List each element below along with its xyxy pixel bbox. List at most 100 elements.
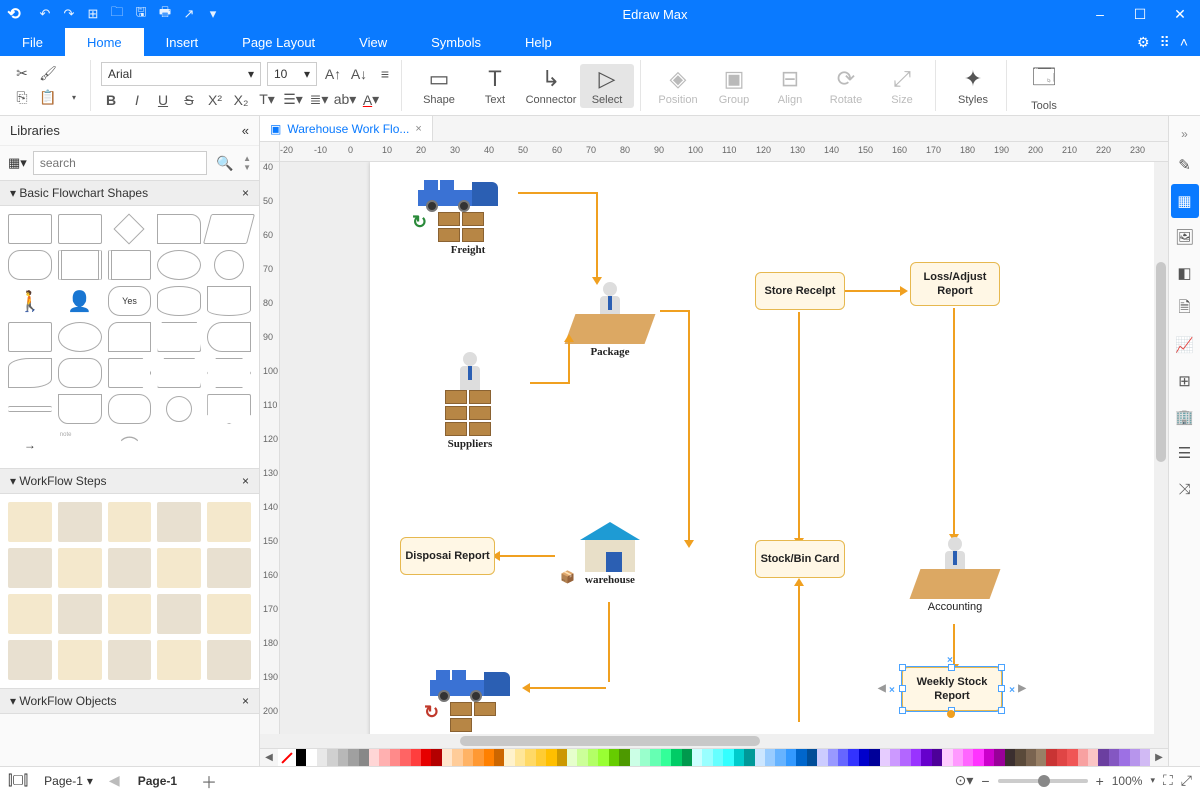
tab-file[interactable]: File	[0, 28, 65, 56]
node-warehouse[interactable]: 📦 warehouse	[560, 522, 660, 586]
tab-insert[interactable]: Insert	[144, 28, 221, 56]
decrease-font-icon[interactable]: A↓	[349, 64, 369, 84]
shape-card[interactable]	[8, 322, 52, 352]
maximize-button[interactable]: ☐	[1120, 0, 1160, 28]
node-disposal-report[interactable]: Disposai Report	[400, 537, 495, 575]
color-swatch[interactable]	[1026, 749, 1036, 766]
shape-display[interactable]	[207, 322, 251, 352]
color-swatch[interactable]	[442, 749, 452, 766]
color-swatch[interactable]	[1088, 749, 1098, 766]
vertical-scrollbar[interactable]	[1154, 162, 1168, 734]
strikethrough-icon[interactable]: S	[179, 90, 199, 110]
fullscreen-icon[interactable]: ⤢	[1181, 772, 1192, 789]
color-swatch[interactable]	[379, 749, 389, 766]
shuffle-icon[interactable]: ⤨	[1171, 472, 1199, 506]
node-weekly-stock-report[interactable]: Weekly Stock Report ×× × ◀ ▶	[902, 667, 1002, 711]
connector-tool[interactable]: ↳Connector	[524, 64, 578, 108]
color-swatch[interactable]	[796, 749, 806, 766]
theme-icon[interactable]: ✎	[1171, 148, 1199, 182]
color-swatch[interactable]	[338, 749, 348, 766]
shape-user[interactable]: 👤	[58, 286, 102, 316]
text-tool[interactable]: TText	[468, 64, 522, 108]
section-workflow-objects[interactable]: ▾ WorkFlow Objects×	[0, 688, 259, 714]
zoom-slider[interactable]	[998, 779, 1088, 783]
play-icon[interactable]: ⊙▾	[955, 772, 974, 789]
color-swatch[interactable]	[1036, 749, 1046, 766]
color-swatch[interactable]	[702, 749, 712, 766]
color-swatch[interactable]	[306, 749, 316, 766]
page-tab[interactable]: Page-1	[130, 774, 185, 788]
shape-wave[interactable]	[207, 286, 251, 316]
tools-tool[interactable]: 🗔Tools	[1017, 58, 1071, 114]
new-icon[interactable]: ⊞	[84, 5, 102, 23]
tab-home[interactable]: Home	[65, 28, 144, 56]
color-swatch[interactable]	[504, 749, 514, 766]
color-swatch[interactable]	[567, 749, 577, 766]
line-spacing-icon[interactable]: ≣▾	[309, 90, 329, 110]
minimize-button[interactable]: –	[1080, 0, 1120, 28]
underline-icon[interactable]: U	[153, 90, 173, 110]
color-swatch[interactable]	[484, 749, 494, 766]
shape-ellipse[interactable]	[157, 250, 201, 280]
page[interactable]: ↻ Freight Package	[370, 162, 1160, 734]
color-swatch[interactable]	[744, 749, 754, 766]
font-family-select[interactable]: Arial▾	[101, 62, 261, 86]
zoom-level[interactable]: 100%	[1112, 774, 1143, 788]
color-swatch[interactable]	[671, 749, 681, 766]
color-swatch[interactable]	[838, 749, 848, 766]
color-swatch[interactable]	[400, 749, 410, 766]
qat-dropdown-icon[interactable]: ▾	[204, 5, 222, 23]
building-icon[interactable]: 🏢	[1171, 400, 1199, 434]
color-swatch[interactable]	[577, 749, 587, 766]
list-icon[interactable]: ☰	[1171, 436, 1199, 470]
color-swatch[interactable]	[932, 749, 942, 766]
color-swatch[interactable]	[431, 749, 441, 766]
step-item[interactable]	[58, 640, 102, 680]
scroll-up-icon[interactable]: ▲	[243, 154, 251, 163]
section-close-icon-2[interactable]: ×	[242, 474, 249, 488]
collapse-ribbon-icon[interactable]: ˄	[1180, 34, 1188, 50]
align-right-icon[interactable]: ≡	[375, 64, 395, 84]
step-item[interactable]	[108, 594, 152, 634]
no-fill-swatch[interactable]	[278, 749, 296, 766]
step-item[interactable]	[108, 548, 152, 588]
shape-offpage[interactable]	[58, 394, 102, 424]
shape-circle2[interactable]	[166, 396, 192, 422]
color-swatch[interactable]	[452, 749, 462, 766]
step-item[interactable]	[157, 548, 201, 588]
tab-view[interactable]: View	[337, 28, 409, 56]
tab-symbols[interactable]: Symbols	[409, 28, 503, 56]
color-swatch[interactable]	[1067, 749, 1077, 766]
tab-page-layout[interactable]: Page Layout	[220, 28, 337, 56]
color-swatch[interactable]	[317, 749, 327, 766]
color-swatch[interactable]	[598, 749, 608, 766]
color-swatch[interactable]	[848, 749, 858, 766]
table-icon[interactable]: ⊞	[1171, 364, 1199, 398]
color-swatch[interactable]	[588, 749, 598, 766]
settings-icon[interactable]: ⚙	[1137, 34, 1150, 51]
color-swatch[interactable]	[640, 749, 650, 766]
tab-help[interactable]: Help	[503, 28, 574, 56]
node-store-receipt[interactable]: Store Recelpt	[755, 272, 845, 310]
page-prev-icon[interactable]: ◀	[109, 772, 120, 789]
color-swatch[interactable]	[755, 749, 765, 766]
cut-icon[interactable]: ✂	[12, 64, 32, 84]
bold-icon[interactable]: B	[101, 90, 121, 110]
node-stock-bin[interactable]: Stock/Bin Card	[755, 540, 845, 578]
shape-pill2[interactable]	[108, 394, 152, 424]
color-swatch[interactable]	[734, 749, 744, 766]
color-swatch[interactable]	[650, 749, 660, 766]
color-swatch[interactable]	[1057, 749, 1067, 766]
step-item[interactable]	[157, 594, 201, 634]
shape-trap[interactable]	[157, 322, 201, 352]
shape-pentagon[interactable]	[207, 394, 251, 424]
color-swatch[interactable]	[859, 749, 869, 766]
bullets-icon[interactable]: ☰▾	[283, 90, 303, 110]
step-item[interactable]	[207, 594, 251, 634]
palette-next-icon[interactable]: ▶	[1150, 749, 1168, 766]
shape-circle[interactable]	[214, 250, 244, 280]
right-collapse-icon[interactable]: »	[1169, 122, 1200, 146]
scroll-down-icon[interactable]: ▼	[243, 163, 251, 172]
color-swatch[interactable]	[411, 749, 421, 766]
shape-ellipse2[interactable]	[58, 322, 102, 352]
